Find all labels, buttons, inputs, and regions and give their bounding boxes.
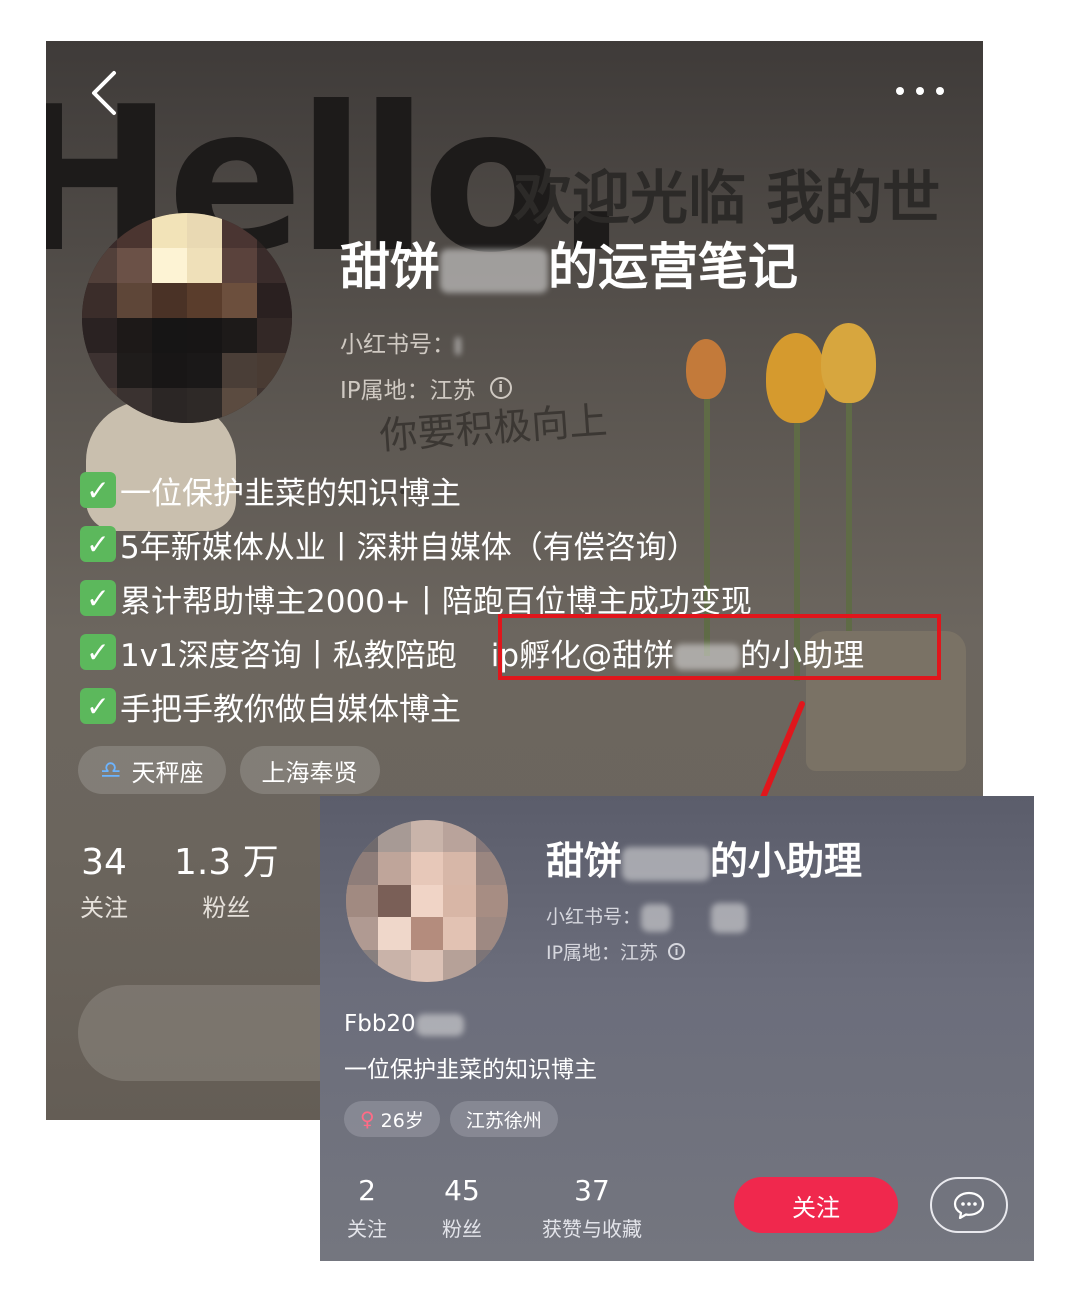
tag-label: 江苏徐州 [465,1109,542,1132]
stat-value: 37 [574,1174,610,1207]
libra-zodiac-icon: ♎ [100,756,122,784]
stat-following[interactable]: 34 关注 [80,841,128,923]
profile-tags: ♀ 26岁 江苏徐州 [344,1101,558,1137]
info-icon[interactable]: i [668,943,686,960]
stat-followers[interactable]: 45 粉丝 [437,1174,487,1242]
info-icon[interactable]: i [489,377,512,399]
bio-text: 5年新媒体从业丨深耕自媒体（有偿咨询） [120,529,698,566]
stat-value: 34 [81,842,127,883]
background-welcome-text: 欢迎光临 我的世 [514,164,941,232]
tag-location: 上海奉贤 [239,746,380,794]
ip-location: IP属地：江苏 i [546,938,686,965]
profile-bio: ✓ 一位保护韭菜的知识博主 ✓ 5年新媒体从业丨深耕自媒体（有偿咨询） ✓ 累计帮助博… [80,463,980,733]
blurred-id-value [711,902,748,933]
blurred-handle-part [415,1013,464,1036]
profile-name-prefix: 甜饼 [340,238,440,296]
xiaohongshu-id: 小红书号： [340,325,461,359]
highlight-annotation-box [498,614,941,680]
message-button[interactable] [930,1177,1008,1233]
bio-text: 1v1深度咨询丨私教陪跑 [120,637,457,674]
check-mark-icon: ✓ [80,526,116,562]
xiaohongshu-id-label: 小红书号： [546,906,642,928]
bio-line: ✓ 一位保护韭菜的知识博主 [80,463,980,517]
check-mark-icon: ✓ [80,580,116,616]
avatar[interactable] [346,820,508,982]
tag-location: 江苏徐州 [449,1101,558,1137]
stat-label: 粉丝 [442,1216,482,1241]
follow-button[interactable]: 关注 [734,1177,898,1233]
xiaohongshu-id: 小红书号： [546,902,748,933]
chat-bubble-icon [953,1191,985,1219]
tag-label: 26岁 [380,1109,424,1132]
check-mark-icon: ✓ [80,688,116,724]
tag-zodiac: ♎ 天秤座 [78,746,226,794]
tulip-flower [766,333,826,423]
profile-name-prefix: 甜饼 [546,839,623,883]
assistant-profile-card: 甜饼 的小助理 小红书号： IP属地：江苏 i Fbb20 一位保护韭菜的知识博主… [320,796,1034,1261]
ip-location-label: IP属地：江苏 [546,942,659,964]
stat-label: 粉丝 [202,894,251,923]
profile-bio: 一位保护韭菜的知识博主 [344,1057,597,1083]
handle-text: Fbb20 [344,1011,416,1037]
bio-text: 手把手教你做自媒体博主 [120,691,461,728]
stat-value: 45 [444,1174,480,1207]
stat-value: 1.3 万 [174,842,279,883]
profile-name-suffix: 的运营笔记 [548,238,798,296]
stat-value: 2 [358,1174,376,1207]
back-chevron-icon[interactable] [86,69,126,117]
check-mark-icon: ✓ [80,634,116,670]
bio-line: ✓ 手把手教你做自媒体博主 [80,679,980,733]
profile-stats: 2 关注 45 粉丝 37 获赞与收藏 [342,1174,652,1242]
stat-label: 获赞与收藏 [542,1216,642,1241]
tag-age: ♀ 26岁 [344,1101,440,1137]
stat-label: 关注 [80,894,128,923]
blurred-name-part [622,846,711,881]
tulip-flower [821,323,876,403]
ip-location: IP属地：江苏 i [340,371,512,405]
stat-likes-and-collects[interactable]: 37 获赞与收藏 [532,1174,652,1242]
stat-label: 关注 [347,1216,387,1241]
bio-text: 一位保护韭菜的知识博主 [120,475,461,512]
bio-line: ✓ 5年新媒体从业丨深耕自媒体（有偿咨询） [80,517,980,571]
female-icon: ♀ [360,1107,375,1131]
tag-label: 天秤座 [131,758,204,787]
profile-name: 甜饼 的运营笔记 [340,227,798,299]
profile-stats: 34 关注 1.3 万粉丝 [80,841,279,923]
blurred-id-value [641,903,672,932]
profile-name-suffix: 的小助理 [710,839,863,883]
blurred-name-part [440,248,548,293]
stat-followers[interactable]: 1.3 万粉丝 [174,841,279,923]
profile-name: 甜饼 的小助理 [546,830,862,885]
profile-handle: Fbb20 [344,1011,464,1037]
avatar[interactable] [82,213,292,423]
blurred-id-value [455,336,461,355]
tag-label: 上海奉贤 [261,758,358,787]
ip-location-label: IP属地：江苏 [340,378,476,404]
more-options-icon[interactable] [894,83,946,99]
profile-tags: ♎ 天秤座 上海奉贤 [78,746,380,794]
stat-following[interactable]: 2 关注 [342,1174,392,1242]
check-mark-icon: ✓ [80,472,116,508]
tulip-flower [686,339,726,399]
xiaohongshu-id-label: 小红书号： [340,332,455,358]
